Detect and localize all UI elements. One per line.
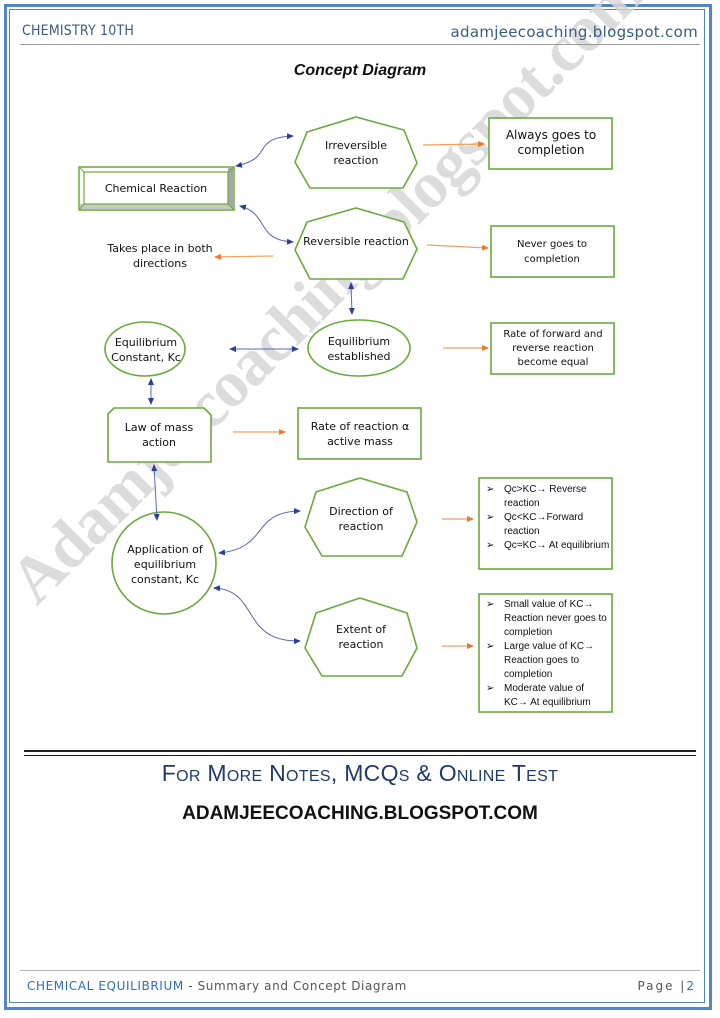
direction-list: ➢ Qc>KC→ Reverse reaction ➢ Qc<KC→Forward … (482, 483, 610, 553)
extent-label: Extent of reaction (336, 623, 386, 651)
extent-list: ➢ Small value of KC→ Reaction never goes … (482, 598, 610, 710)
page-number: 2 (686, 979, 696, 993)
direction-list-item: ➢ Qc<KC→Forward reaction (486, 512, 584, 537)
promo-url-link[interactable]: ADAMJEECOACHING.BLOGSPOT.COM (0, 803, 720, 825)
extent-list-item: ➢ Large value of KC→ Reaction goes to com… (486, 641, 595, 680)
arrowhead-bullet-icon: ➢ (486, 540, 495, 551)
footer-page: Page |2 (637, 979, 696, 993)
footer-separator: - (183, 979, 198, 993)
direction-list-item: ➢ Qc>KC→ Reverse reaction (486, 484, 587, 509)
arrowhead-bullet-icon: ➢ (486, 512, 495, 523)
page-label: Page | (637, 979, 687, 993)
arrowhead-bullet-icon: ➢ (486, 683, 495, 694)
footer-chapter-info: CHEMICAL EQUILIBRIUM - Summary and Conce… (27, 979, 407, 993)
application-label: Application of equilibrium constant, Kc (127, 542, 203, 586)
extent-list-item: ➢ Small value of KC→ Reaction never goes … (486, 599, 607, 638)
arrowhead-bullet-icon: ➢ (486, 599, 495, 610)
law-mass-action-label: Law of mass action (124, 421, 194, 449)
reversible-label: Reversible reaction (303, 234, 409, 248)
promo-headline: For More Notes, MCQs & Online Test (161, 760, 559, 786)
promo-divider-thick (24, 750, 696, 752)
connector-application-extent (213, 585, 301, 645)
footer-chapter: CHEMICAL EQUILIBRIUM (27, 979, 184, 993)
connector-application-direction (218, 508, 301, 556)
never-completion-label: Never goes to completion (516, 239, 588, 265)
footer-divider (20, 970, 700, 971)
eq-constant-label: Equilibrium Constant, Kc (111, 336, 181, 364)
chemical-reaction-label: Chemical Reaction (104, 181, 208, 195)
arrowhead-bullet-icon: ➢ (486, 484, 495, 495)
rate-equal-label: Rate of forward and reverse reaction bec… (503, 329, 603, 368)
direction-label: Direction of reaction (329, 505, 393, 533)
always-completion-label: Always goes to completion (505, 128, 597, 157)
promo-divider-thin (24, 755, 696, 756)
eq-established-label: Equilibrium established (327, 335, 391, 363)
both-directions-label: Takes place in both directions (107, 242, 213, 270)
irreversible-label: Irreversible reaction (324, 139, 387, 167)
rate-active-mass-label: Rate of reaction α active mass (310, 420, 410, 448)
footer-subtitle: Summary and Concept Diagram (197, 979, 407, 993)
connector-chem-reversible (239, 204, 294, 245)
connector-chem-irreversible (235, 133, 294, 168)
arrow-reversible-both (214, 253, 274, 260)
extent-list-item: ➢ Moderate value of KC→ At equilibrium (486, 683, 591, 708)
arrow-reversible-never (426, 244, 489, 251)
arrowhead-bullet-icon: ➢ (486, 641, 495, 652)
connector-law-application (151, 464, 160, 521)
connector-reversible-established (348, 282, 355, 315)
direction-list-item: ➢ Qc=KC→ At equilibrium (486, 540, 610, 551)
arrow-irreversible-always (422, 141, 485, 148)
